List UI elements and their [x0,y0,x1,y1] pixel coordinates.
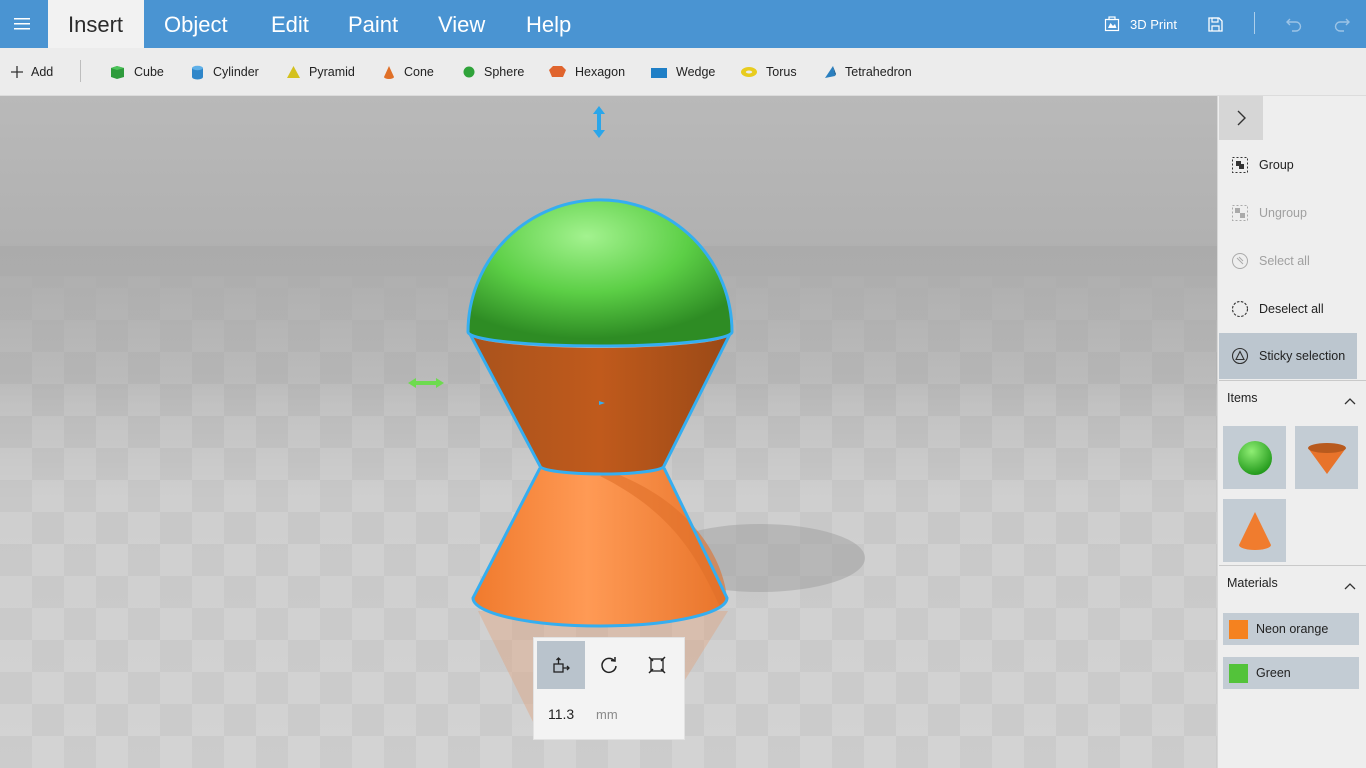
tab-view[interactable]: View [418,0,505,48]
sphere-label: Sphere [484,65,525,79]
group-icon [1232,157,1248,173]
ungroup-label: Ungroup [1259,206,1307,220]
torus-label: Torus [766,65,797,79]
cone-icon [384,65,394,79]
move-tool-button[interactable] [537,641,585,689]
undo-icon [1286,18,1302,32]
save-button[interactable] [1203,12,1227,36]
insert-toolbar: Add Cube Cylinder Pyramid Cone Sphere He… [0,48,1366,96]
tetrahedron-label: Tetrahedron [845,65,912,79]
hamburger-menu-button[interactable] [0,0,44,48]
insert-hexagon-button[interactable]: Hexagon [548,48,625,96]
tab-object[interactable]: Object [144,0,248,48]
select-all-label: Select all [1259,254,1310,268]
insert-sphere-button[interactable]: Sphere [462,48,524,96]
items-section-title: Items [1227,391,1258,405]
chevron-up-icon[interactable] [1342,393,1358,409]
torus-icon [741,67,757,77]
scale-tool-button[interactable] [633,641,681,689]
cone-label: Cone [404,65,434,79]
undo-button[interactable] [1282,12,1306,36]
transform-panel: 11.3 mm [533,637,685,740]
item-thumbnail-cone[interactable] [1223,499,1286,562]
tab-paint[interactable]: Paint [328,0,418,48]
green-swatch [1229,663,1248,683]
material-neon-orange[interactable]: Neon orange [1223,613,1359,645]
cube-label: Cube [134,65,164,79]
insert-cube-button[interactable]: Cube [109,48,164,96]
item-thumbnail-sphere[interactable] [1223,426,1286,489]
select-all-icon [1232,253,1248,269]
select-all-button[interactable]: Select all [1219,238,1357,284]
add-label: Add [31,65,54,79]
sticky-selection-label: Sticky selection [1259,349,1346,363]
right-panel: Group Ungroup Select all Deselect all St… [1217,96,1366,768]
toolbar-separator [80,60,81,82]
3d-print-button[interactable]: 3D Print [1104,0,1177,48]
pyramid-label: Pyramid [309,65,355,79]
materials-section-title: Materials [1227,576,1278,590]
sphere-object[interactable] [466,198,734,348]
section-divider [1219,565,1366,566]
wedge-icon [651,68,667,78]
tab-edit[interactable]: Edit [251,0,329,48]
insert-torus-button[interactable]: Torus [740,48,797,96]
group-button[interactable]: Group [1219,142,1357,188]
cylinder-icon [192,65,203,79]
chevron-up-icon[interactable] [1342,578,1358,594]
collapse-panel-button[interactable] [1219,96,1263,140]
3d-print-label: 3D Print [1130,16,1177,32]
save-icon [1207,16,1223,32]
cone-thumbnail-icon [1238,511,1271,550]
cube-icon [111,65,124,79]
scale-icon [648,656,666,674]
vertical-move-handle[interactable] [593,106,605,138]
cylinder-label: Cylinder [213,65,259,79]
hamburger-icon [14,18,30,30]
insert-cone-button[interactable]: Cone [382,48,434,96]
menu-separator [1254,12,1255,34]
hexagon-label: Hexagon [575,65,626,79]
material-green[interactable]: Green [1223,657,1359,689]
deselect-all-button[interactable]: Deselect all [1219,286,1357,332]
transform-value-input[interactable]: 11.3 [548,706,574,722]
chevron-right-icon [1237,110,1246,126]
item-thumbnail-inverted-cone[interactable] [1295,426,1358,489]
sticky-selection-button[interactable]: Sticky selection [1219,333,1357,379]
printer-icon [1104,16,1120,32]
ungroup-icon [1232,205,1248,221]
neon-orange-swatch [1229,619,1248,639]
insert-wedge-button[interactable]: Wedge [650,48,715,96]
insert-cylinder-button[interactable]: Cylinder [190,48,259,96]
pyramid-icon [287,65,300,78]
group-label: Group [1259,158,1294,172]
ungroup-button[interactable]: Ungroup [1219,190,1357,236]
deselect-all-icon [1231,300,1249,318]
tab-help[interactable]: Help [506,0,591,48]
material-label: Green [1256,666,1291,680]
tab-insert[interactable]: Insert [48,0,144,48]
redo-button[interactable] [1330,12,1354,36]
transform-unit-label: mm [596,707,618,722]
rotate-icon [601,657,617,674]
deselect-all-label: Deselect all [1259,302,1324,316]
wedge-label: Wedge [676,65,716,79]
add-button[interactable]: Add [11,48,53,96]
rotate-tool-button[interactable] [585,641,633,689]
section-divider [1219,380,1366,381]
redo-icon [1334,18,1350,32]
sphere-icon [463,66,475,78]
menu-bar: Insert Object Edit Paint View Help 3D Pr… [0,0,1366,48]
material-label: Neon orange [1256,622,1329,636]
move-icon [553,657,570,673]
plus-icon [11,66,23,78]
sphere-thumbnail-icon [1237,440,1272,475]
insert-tetrahedron-button[interactable]: Tetrahedron [823,48,912,96]
inverted-cone-thumbnail-icon [1307,442,1346,474]
tetrahedron-icon [825,65,836,78]
sticky-selection-icon [1231,347,1249,365]
insert-pyramid-button[interactable]: Pyramid [286,48,355,96]
hexagon-icon [549,66,566,77]
